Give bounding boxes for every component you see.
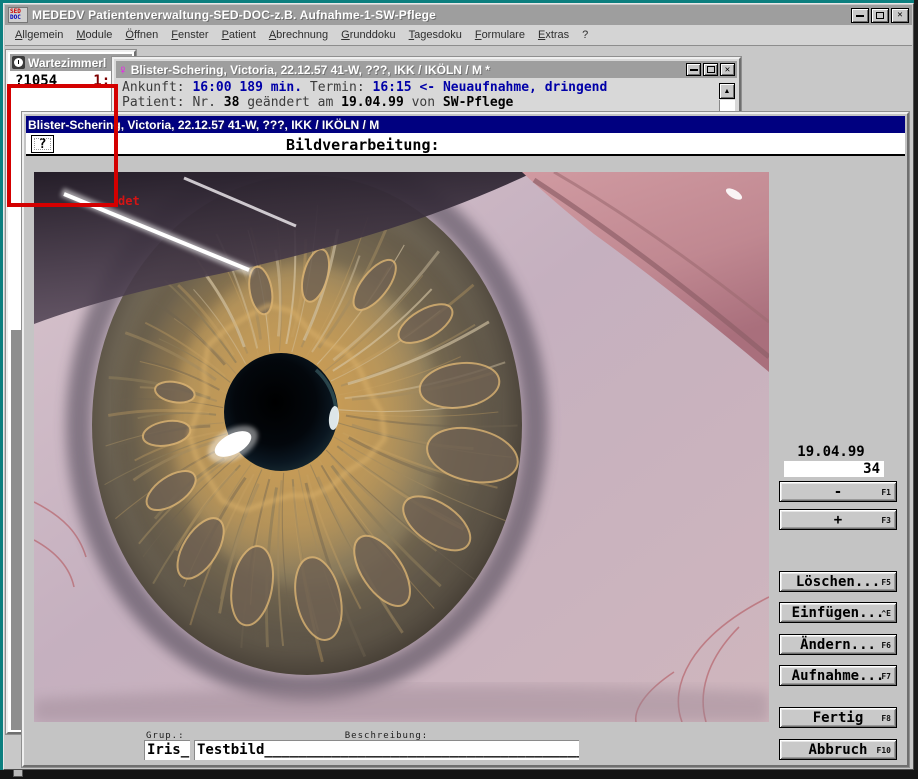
patient-window: ♀ Blister-Schering, Victoria, 22.12.57 4… (112, 57, 741, 114)
image-processing-window: Blister-Schering, Victoria, 22.12.57 41-… (22, 112, 909, 767)
menu-item-allgemein[interactable]: Allgemein (15, 29, 63, 41)
maximize-button[interactable] (871, 8, 889, 23)
menu-item-tagesdoku[interactable]: Tagesdoku (409, 29, 462, 41)
app-logo-icon: SED DOC (8, 7, 28, 23)
patient-minimize-button[interactable] (686, 63, 701, 76)
app-window: SED DOC MEDEDV Patientenverwaltung-SED-D… (3, 3, 914, 770)
mdi-area: Wartezimmerl ?1054 1:35 ♀ Blister-Scheri… (5, 46, 912, 768)
einfuegen-button[interactable]: Einfügen... ^E (779, 602, 897, 623)
annotation-text-fragment: det (118, 194, 140, 208)
abbruch-button[interactable]: Abbruch F10 (779, 739, 897, 760)
wartezimmer-title: Wartezimmerl (28, 56, 106, 70)
group-field[interactable]: Iris_ (144, 740, 190, 760)
patient-title: Blister-Schering, Victoria, 22.12.57 41-… (131, 63, 683, 77)
screen-edge-bottom (0, 770, 918, 779)
scroll-up-button[interactable]: ▲ (719, 83, 735, 99)
menu-item-ffnen[interactable]: Öffnen (125, 29, 158, 41)
menu-item-formulare[interactable]: Formulare (475, 29, 525, 41)
clock-icon (12, 56, 25, 69)
patient-close-button[interactable]: ✕ (720, 63, 735, 76)
patient-info-line1: Ankunft: 16:00 189 min. Termin: 16:15 <-… (122, 81, 715, 95)
app-titlebar[interactable]: SED DOC MEDEDV Patientenverwaltung-SED-D… (5, 5, 912, 25)
aendern-button[interactable]: Ändern... F6 (779, 634, 897, 655)
screen-edge-right (914, 0, 918, 779)
menu-bar: Allgemein Module Öffnen Fenster Patient Abrec… (5, 25, 912, 46)
menu-item-extras[interactable]: Extras (538, 29, 569, 41)
minus-button[interactable]: - F1 (779, 481, 897, 502)
page-title: Bildverarbeitung: (286, 136, 440, 154)
patient-maximize-button[interactable] (703, 63, 718, 76)
image-window-titlebar[interactable]: Blister-Schering, Victoria, 22.12.57 41-… (26, 116, 905, 133)
patient-window-controls: ✕ (686, 63, 735, 76)
menu-item-abrechnung[interactable]: Abrechnung (269, 29, 328, 41)
menu-item-patient[interactable]: Patient (222, 29, 256, 41)
fertig-button[interactable]: Fertig F8 (779, 707, 897, 728)
female-icon: ♀ (118, 63, 128, 76)
image-date: 19.04.99 (781, 444, 881, 460)
image-window-header: ? Bildverarbeitung: (26, 133, 905, 156)
close-button[interactable]: ✕ (891, 8, 909, 23)
patient-titlebar[interactable]: ♀ Blister-Schering, Victoria, 22.12.57 4… (116, 61, 737, 78)
menu-item-module[interactable]: Module (76, 29, 112, 41)
iris-photo (34, 172, 769, 722)
plus-button[interactable]: + F3 (779, 509, 897, 530)
menu-item-help[interactable]: ? (582, 29, 588, 41)
minimize-button[interactable] (851, 8, 869, 23)
menu-item-fenster[interactable]: Fenster (171, 29, 208, 41)
description-field[interactable]: Testbild________________________________… (194, 740, 579, 760)
iris-image (34, 172, 769, 722)
image-counter-field[interactable]: 34 (784, 461, 884, 477)
resize-notch (13, 769, 23, 777)
annotation-rectangle (7, 84, 118, 207)
loeschen-button[interactable]: Löschen... F5 (779, 571, 897, 592)
app-title: MEDEDV Patientenverwaltung-SED-DOC-z.B. … (32, 8, 847, 22)
aufnahme-button[interactable]: Aufnahme... F7 (779, 665, 897, 686)
app-window-controls: ✕ (851, 8, 909, 23)
menu-item-grunddoku[interactable]: Grunddoku (341, 29, 395, 41)
patient-info-line2: Patient: Nr. 38 geändert am 19.04.99 von… (122, 96, 715, 110)
